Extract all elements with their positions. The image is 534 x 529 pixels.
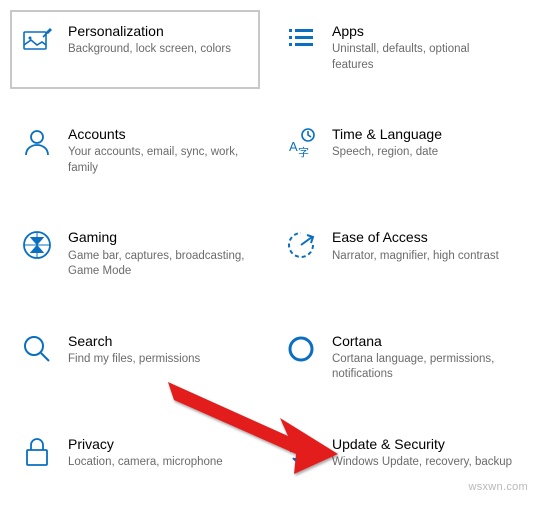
tile-privacy[interactable]: Privacy Location, camera, microphone	[10, 423, 260, 487]
cortana-icon	[284, 332, 318, 366]
svg-text:字: 字	[298, 145, 309, 158]
tile-time-language[interactable]: A 字 Time & Language Speech, region, date	[274, 113, 524, 192]
svg-text:A: A	[289, 139, 298, 154]
tile-desc: Location, camera, microphone	[68, 455, 250, 471]
ease-of-access-icon	[284, 228, 318, 262]
tile-title: Accounts	[68, 125, 250, 143]
tile-apps[interactable]: Apps Uninstall, defaults, optional featu…	[274, 10, 524, 89]
tile-title: Personalization	[68, 22, 250, 40]
accounts-icon	[20, 125, 54, 159]
tile-title: Search	[68, 332, 250, 350]
tile-title: Privacy	[68, 435, 250, 453]
gaming-icon	[20, 228, 54, 262]
tile-title: Cortana	[332, 332, 514, 350]
tile-desc: Find my files, permissions	[68, 352, 250, 368]
tile-search[interactable]: Search Find my files, permissions	[10, 320, 260, 399]
tile-accounts[interactable]: Accounts Your accounts, email, sync, wor…	[10, 113, 260, 192]
tile-personalization[interactable]: Personalization Background, lock screen,…	[10, 10, 260, 89]
privacy-icon	[20, 435, 54, 469]
watermark: wsxwn.com	[468, 481, 528, 493]
apps-icon	[284, 22, 318, 56]
settings-grid: Personalization Background, lock screen,…	[10, 10, 524, 487]
tile-desc: Narrator, magnifier, high contrast	[332, 249, 514, 265]
tile-desc: Your accounts, email, sync, work, family	[68, 145, 250, 176]
tile-desc: Speech, region, date	[332, 145, 514, 161]
search-icon	[20, 332, 54, 366]
tile-desc: Uninstall, defaults, optional features	[332, 42, 514, 73]
tile-desc: Cortana language, permissions, notificat…	[332, 352, 514, 383]
tile-title: Gaming	[68, 228, 250, 246]
tile-title: Ease of Access	[332, 228, 514, 246]
tile-desc: Windows Update, recovery, backup	[332, 455, 514, 471]
tile-cortana[interactable]: Cortana Cortana language, permissions, n…	[274, 320, 524, 399]
personalization-icon	[20, 22, 54, 56]
update-security-icon	[284, 435, 318, 469]
tile-title: Update & Security	[332, 435, 514, 453]
tile-desc: Game bar, captures, broadcasting, Game M…	[68, 249, 250, 280]
tile-ease-of-access[interactable]: Ease of Access Narrator, magnifier, high…	[274, 216, 524, 295]
tile-gaming[interactable]: Gaming Game bar, captures, broadcasting,…	[10, 216, 260, 295]
tile-desc: Background, lock screen, colors	[68, 42, 250, 58]
time-language-icon: A 字	[284, 125, 318, 159]
tile-update-security[interactable]: Update & Security Windows Update, recove…	[274, 423, 524, 487]
tile-title: Time & Language	[332, 125, 514, 143]
tile-title: Apps	[332, 22, 514, 40]
